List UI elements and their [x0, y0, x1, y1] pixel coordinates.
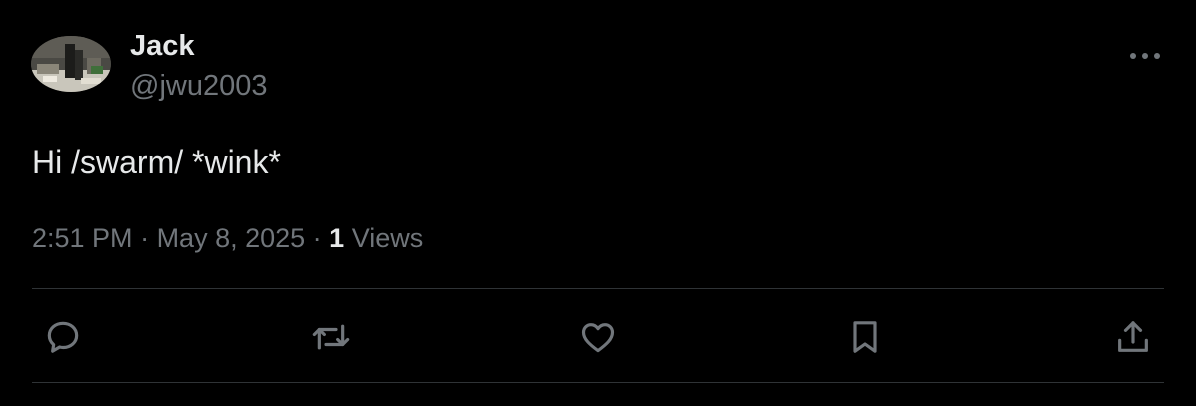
share-button[interactable] — [1109, 313, 1157, 361]
views-label: Views — [344, 223, 424, 253]
meta-separator: · — [132, 223, 157, 253]
reply-bubble-icon — [47, 321, 79, 353]
more-horizontal-icon — [1130, 53, 1160, 59]
avatar-photo — [31, 36, 111, 92]
retweet-button[interactable] — [307, 313, 355, 361]
bookmark-icon — [853, 321, 877, 353]
tweet-text: Hi /swarm/ *wink* — [32, 144, 281, 180]
share-upload-icon — [1118, 321, 1148, 352]
retweet-icon — [312, 324, 350, 350]
tweet-time[interactable]: 2:51 PM — [32, 223, 133, 253]
avatar[interactable] — [31, 36, 111, 92]
bookmark-button[interactable] — [841, 313, 889, 361]
like-button[interactable] — [574, 313, 622, 361]
views-count: 1 — [329, 223, 345, 253]
user-handle[interactable]: @jwu2003 — [130, 68, 267, 104]
meta-separator: · — [305, 223, 330, 253]
divider — [32, 288, 1164, 289]
tweet-meta: 2:51 PM · May 8, 2025 · 1 Views — [32, 220, 423, 256]
heart-icon — [581, 323, 615, 353]
divider — [32, 382, 1164, 383]
display-name[interactable]: Jack — [130, 28, 195, 64]
reply-button[interactable] — [39, 313, 87, 361]
tweet-date[interactable]: May 8, 2025 — [157, 223, 306, 253]
more-options-button[interactable] — [1124, 40, 1166, 72]
